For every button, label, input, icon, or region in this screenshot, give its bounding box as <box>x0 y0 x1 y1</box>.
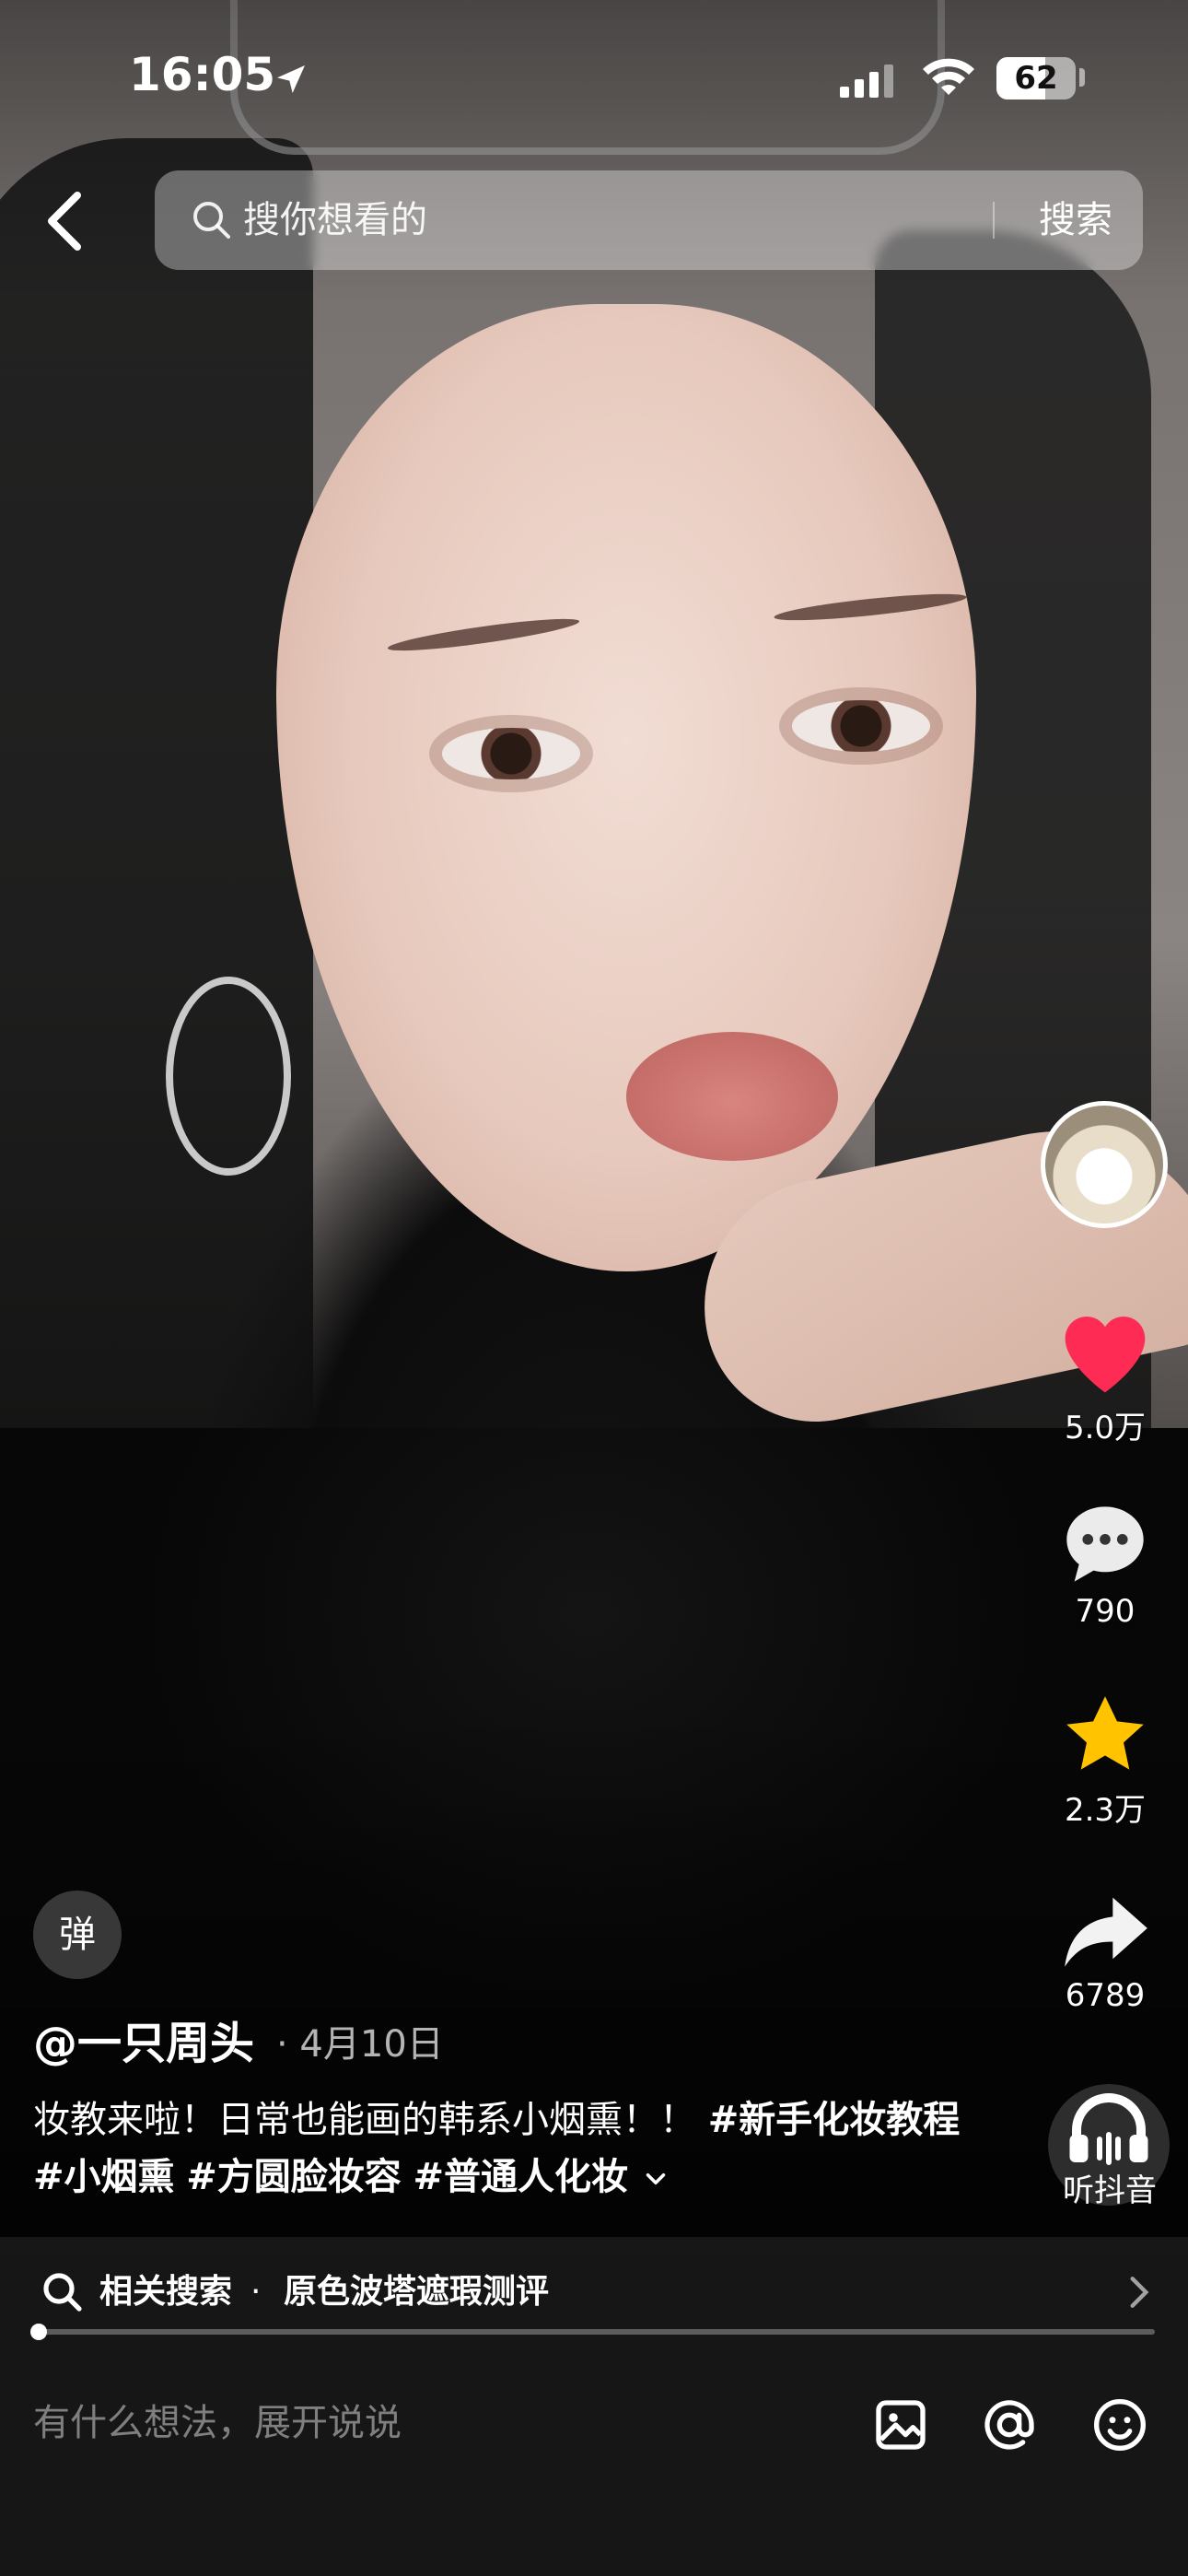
headphones-icon <box>1069 2093 1148 2165</box>
like-action[interactable]: 5.0万 <box>1041 1308 1170 1447</box>
comment-input[interactable] <box>33 2386 825 2460</box>
share-count: 6789 <box>1065 1977 1146 2014</box>
video-frame-detail <box>166 977 291 1176</box>
post-date: · 4月10日 <box>276 2023 444 2066</box>
hashtag[interactable]: #新手化妆教程 <box>708 2099 961 2141</box>
comment-bar <box>0 2348 1188 2576</box>
heart-icon <box>1065 1317 1146 1393</box>
image-icon[interactable] <box>871 2395 930 2454</box>
location-arrow-icon <box>277 65 305 93</box>
danmu-toggle-button[interactable]: 弹 <box>33 1891 122 1979</box>
video-frame-detail <box>626 1032 838 1161</box>
like-count: 5.0万 <box>1064 1410 1147 1446</box>
author-name[interactable]: @一只周头 <box>33 2007 254 2071</box>
favorite-count: 2.3万 <box>1064 1792 1147 1829</box>
share-action[interactable]: 6789 <box>1041 1889 1170 2014</box>
video-progress-bar[interactable] <box>29 2324 1155 2340</box>
comment-count: 790 <box>1075 1593 1136 1630</box>
back-button[interactable] <box>37 184 96 258</box>
author-avatar[interactable] <box>1041 1101 1168 1228</box>
search-input[interactable] <box>243 170 943 270</box>
video-progress-handle[interactable] <box>29 2324 47 2340</box>
hashtag[interactable]: #小烟熏 <box>33 2156 175 2198</box>
listen-label: 听抖音 <box>1063 2172 1157 2209</box>
search-icon <box>193 202 230 239</box>
wifi-icon <box>923 58 974 95</box>
search-divider <box>993 202 995 239</box>
share-arrow-icon <box>1065 1897 1147 1967</box>
comment-bubble-icon <box>1066 1506 1144 1582</box>
comment-action[interactable]: 790 <box>1041 1499 1170 1630</box>
video-frame-face <box>276 304 976 1271</box>
search-bar[interactable]: 搜索 <box>155 170 1143 270</box>
favorite-action[interactable]: 2.3万 <box>1041 1691 1170 1830</box>
chevron-down-icon[interactable] <box>640 2163 671 2195</box>
at-icon[interactable] <box>980 2395 1039 2454</box>
hashtag[interactable]: #普通人化妆 <box>413 2156 628 2198</box>
battery-indicator: 62 <box>996 57 1076 100</box>
chevron-right-icon <box>1130 2277 1149 2308</box>
star-icon <box>1066 1696 1144 1770</box>
caption-text: 妆教来啦！日常也能画的韩系小烟熏！！ <box>33 2099 708 2141</box>
search-button[interactable]: 搜索 <box>1020 170 1131 270</box>
battery-nub <box>1079 68 1085 87</box>
hashtag[interactable]: #方圆脸妆容 <box>186 2156 402 2198</box>
video-player[interactable] <box>0 0 1188 2345</box>
status-bar: 16:05 62 <box>0 0 1188 157</box>
emoji-icon[interactable] <box>1090 2395 1149 2454</box>
battery-percent: 62 <box>1014 60 1058 97</box>
video-frame-detail <box>792 700 930 752</box>
search-icon <box>43 2273 82 2312</box>
status-time: 16:05 <box>129 48 276 101</box>
post-caption[interactable]: 妆教来啦！日常也能画的韩系小烟熏！！ #新手化妆教程 #小烟熏 #方圆脸妆容 #… <box>33 2091 991 2206</box>
video-frame-detail <box>442 728 580 779</box>
cellular-signal-icon <box>840 64 893 98</box>
